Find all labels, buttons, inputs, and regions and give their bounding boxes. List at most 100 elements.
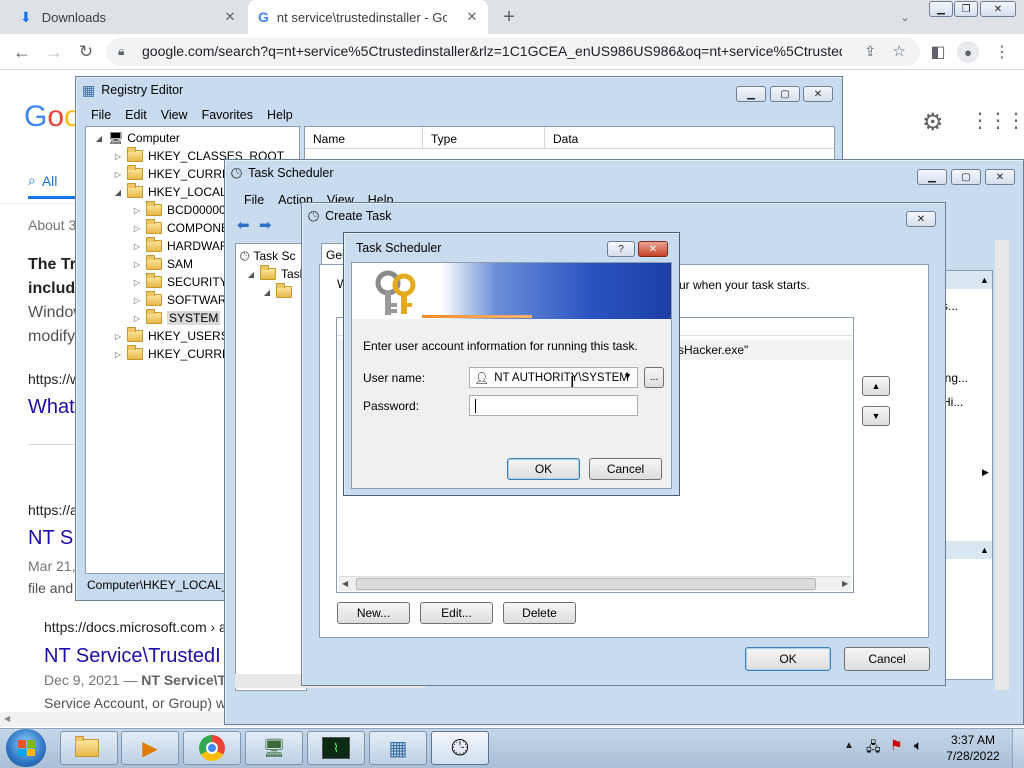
- expander-icon[interactable]: ▷: [113, 170, 123, 179]
- forward-icon[interactable]: →: [42, 40, 66, 64]
- collapse-icon[interactable]: ▲: [980, 545, 989, 555]
- scroll-left-icon[interactable]: ◀: [4, 714, 10, 723]
- create-task-titlebar[interactable]: 🕒︎ Create Task: [308, 205, 392, 227]
- taskbar-media-player[interactable]: ▶: [121, 731, 179, 765]
- task-scheduler-titlebar[interactable]: 🕒︎ Task Scheduler: [231, 162, 334, 184]
- tree-item[interactable]: ▷ COMPONE: [132, 219, 229, 237]
- menu-file[interactable]: File: [84, 106, 118, 124]
- minimize-icon[interactable]: ▁: [736, 86, 766, 102]
- taskbar-regedit[interactable]: ▦: [369, 731, 427, 765]
- tab-downloads[interactable]: ⬇ Downloads ✕: [10, 0, 246, 34]
- taskbar-task-scheduler[interactable]: 🕒︎: [431, 731, 489, 765]
- scroll-left-icon[interactable]: ◀: [342, 579, 348, 588]
- close-icon[interactable]: ✕: [803, 86, 833, 102]
- show-desktop-button[interactable]: [1012, 729, 1024, 768]
- edit-action-button[interactable]: Edit...: [420, 602, 493, 624]
- close-tab-icon[interactable]: ✕: [464, 9, 480, 25]
- move-down-button[interactable]: ▼: [862, 406, 890, 426]
- bookmark-star-icon[interactable]: ☆: [893, 42, 906, 60]
- task-scheduler-tree[interactable]: 🕒︎ Task Sc ◢ Task ◢: [235, 243, 307, 691]
- cancel-button[interactable]: Cancel: [589, 458, 662, 480]
- tree-item[interactable]: ▷ HARDWAR: [132, 237, 229, 255]
- expander-icon[interactable]: ▷: [132, 206, 142, 215]
- password-input[interactable]: [469, 395, 638, 416]
- close-icon[interactable]: ✕: [906, 211, 936, 227]
- dropdown-arrow-icon[interactable]: ▼: [623, 371, 632, 381]
- settings-gear-icon[interactable]: ⚙: [922, 108, 944, 137]
- tree-item[interactable]: ▷ BCD000000: [132, 201, 232, 219]
- tree-item[interactable]: ▷ HKEY_CURREN: [113, 165, 239, 183]
- maximize-icon[interactable]: ▢: [770, 86, 800, 102]
- tree-item[interactable]: ◢ HKEY_LOCAL_: [113, 183, 233, 201]
- move-up-button[interactable]: ▲: [862, 376, 890, 396]
- credentials-titlebar[interactable]: Task Scheduler: [356, 237, 441, 259]
- chrome-menu-icon[interactable]: ⋮: [990, 40, 1014, 64]
- expander-icon[interactable]: ▷: [132, 224, 142, 233]
- expander-icon[interactable]: ▷: [132, 314, 142, 323]
- tab-google-search[interactable]: G nt service\trustedinstaller - Goog ✕: [248, 0, 488, 34]
- tree-item[interactable]: ▷ SAM: [132, 255, 193, 273]
- tab-search-chevron-icon[interactable]: ⌄: [893, 5, 917, 29]
- column-type[interactable]: Type: [431, 132, 457, 146]
- address-bar[interactable]: 🔒︎ google.com/search?q=nt+service%5Ctrus…: [106, 38, 920, 66]
- ok-button[interactable]: OK: [745, 647, 831, 671]
- vertical-scrollbar[interactable]: [995, 240, 1009, 690]
- expander-icon[interactable]: ▷: [132, 278, 142, 287]
- expander-icon[interactable]: ▷: [132, 296, 142, 305]
- column-name[interactable]: Name: [313, 132, 345, 146]
- reload-icon[interactable]: ↻: [74, 40, 98, 64]
- taskbar-resource-monitor[interactable]: ⌇: [307, 731, 365, 765]
- expander-icon[interactable]: ◢: [246, 270, 256, 279]
- expander-icon[interactable]: ◢: [262, 288, 272, 297]
- expander-icon[interactable]: ▷: [113, 350, 123, 359]
- taskbar-chrome[interactable]: [183, 731, 241, 765]
- close-tab-icon[interactable]: ✕: [222, 9, 238, 25]
- collapse-icon[interactable]: ▲: [980, 275, 989, 285]
- show-hidden-icons[interactable]: ▲: [844, 740, 854, 751]
- result-title-link[interactable]: What: [28, 396, 75, 419]
- back-icon[interactable]: ←: [10, 40, 34, 64]
- expander-icon[interactable]: ▷: [113, 152, 123, 161]
- google-logo[interactable]: Goo: [24, 100, 81, 134]
- taskbar-network-tool[interactable]: 🖥︎: [245, 731, 303, 765]
- side-panel-icon[interactable]: ◧: [926, 40, 950, 64]
- result-title-link[interactable]: NT S: [28, 527, 73, 550]
- browse-button[interactable]: ...: [644, 367, 664, 388]
- tree-item[interactable]: ▷ SECURITY: [132, 273, 228, 291]
- maximize-icon[interactable]: ▢: [951, 169, 981, 185]
- scroll-right-icon[interactable]: ▶: [842, 579, 848, 588]
- tree-item[interactable]: ▷ SYSTEM: [132, 309, 221, 327]
- result-title-link[interactable]: NT Service\TrustedI: [44, 645, 221, 668]
- credentials-dialog[interactable]: Task Scheduler ? ✕ Enter user account in…: [343, 232, 680, 496]
- volume-icon[interactable]: 🔈︎: [914, 737, 922, 754]
- scroll-thumb[interactable]: [356, 578, 816, 590]
- restore-icon[interactable]: ❐: [954, 1, 978, 17]
- expander-icon[interactable]: ▷: [113, 332, 123, 341]
- taskbar-explorer[interactable]: [60, 731, 118, 765]
- network-icon[interactable]: 🖧: [866, 738, 881, 760]
- profile-avatar[interactable]: ●: [956, 40, 980, 64]
- cancel-button[interactable]: Cancel: [844, 647, 930, 671]
- back-icon[interactable]: ⬅: [237, 216, 250, 234]
- clock[interactable]: 3:37 AM 7/28/2022: [938, 732, 1008, 764]
- expander-icon[interactable]: ▷: [132, 242, 142, 251]
- menu-view[interactable]: View: [154, 106, 195, 124]
- registry-editor-titlebar[interactable]: ▦ Registry Editor: [82, 79, 183, 101]
- start-button[interactable]: [6, 729, 46, 767]
- tree-item-task-scheduler-library[interactable]: ◢ Task: [246, 265, 306, 283]
- expander-icon[interactable]: ◢: [94, 134, 104, 143]
- username-combobox[interactable]: 👤︎ NT AUTHORITY\SYSTEM ▼: [469, 367, 638, 388]
- new-tab-icon[interactable]: +: [497, 5, 521, 29]
- minimize-icon[interactable]: ▁: [929, 1, 953, 17]
- close-icon[interactable]: ✕: [985, 169, 1015, 185]
- new-action-button[interactable]: New...: [337, 602, 410, 624]
- menu-file[interactable]: File: [237, 191, 271, 209]
- tree-item[interactable]: ▷ HKEY_USERS: [113, 327, 229, 345]
- tab-all[interactable]: ⌕ All: [28, 172, 57, 189]
- tree-item[interactable]: ▷ HKEY_CURREN: [113, 345, 239, 363]
- submenu-arrow-icon[interactable]: ▶: [982, 467, 989, 478]
- close-window-icon[interactable]: ✕: [980, 1, 1016, 17]
- list-horizontal-scrollbar[interactable]: ◀ ▶: [339, 576, 851, 591]
- help-icon[interactable]: ?: [607, 241, 635, 257]
- menu-favorites[interactable]: Favorites: [195, 106, 260, 124]
